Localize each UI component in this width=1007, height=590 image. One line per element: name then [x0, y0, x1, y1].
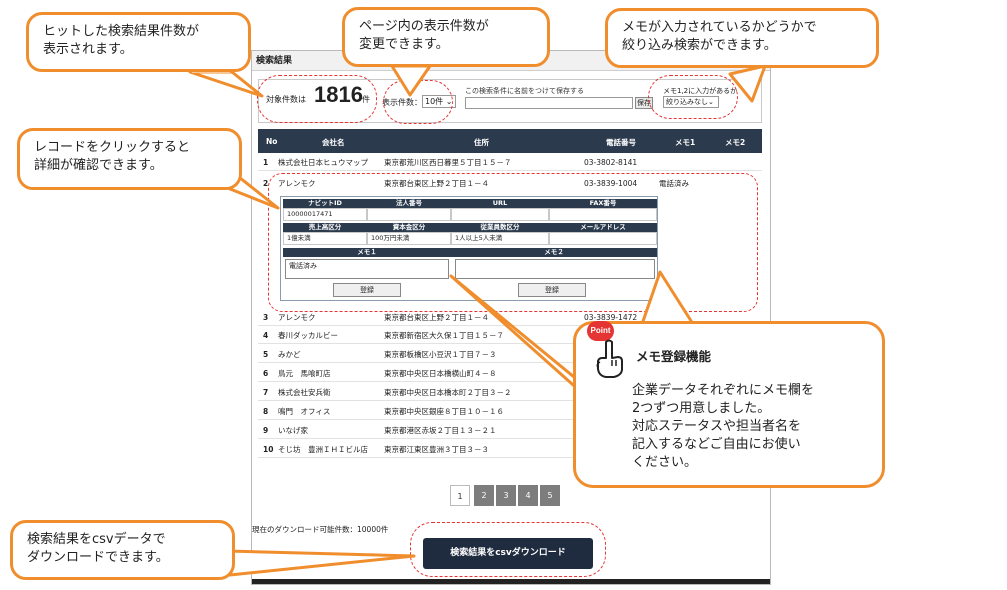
callout-csv-download: 検索結果をcsvデータで ダウンロードできます。: [10, 520, 235, 580]
memo1-register-button[interactable]: 登録: [333, 283, 401, 297]
detail-capital: 100万円未満: [367, 232, 451, 245]
count-unit: 件: [362, 95, 370, 104]
detail-sales: 1億未満: [283, 232, 367, 245]
row-address: 東京都中央区日本橋本町２丁目３－２: [384, 388, 512, 397]
detail-header-mail: メールアドレス: [549, 223, 657, 232]
table-row[interactable]: 1 株式会社日本ヒュウマップ 東京都荒川区西日暮里５丁目１５－７ 03-3802…: [258, 154, 762, 171]
callout-hit-count: ヒットした検索結果件数が 表示されます。: [26, 12, 251, 72]
detail-header-navit-id: ナビットID: [283, 199, 367, 208]
row-no: 3: [263, 313, 269, 322]
chevron-down-icon: ⌄: [445, 97, 453, 106]
row-no: 10: [263, 445, 274, 454]
table-row[interactable]: 2 アレンモク 東京都台東区上野２丁目１－４ 03-3839-1004 電話済み: [258, 175, 762, 192]
col-no: No: [266, 137, 278, 146]
page-link-5[interactable]: 5: [540, 485, 560, 506]
feature-title: メモ登録機能: [636, 349, 712, 364]
row-address: 東京都板橋区小豆沢１丁目７－３: [384, 350, 497, 359]
row-no: 7: [263, 388, 269, 397]
detail-url: [451, 208, 549, 221]
row-company: 株式会社安兵衛: [278, 388, 331, 397]
callout-memo-filter: メモが入力されているかどうかで 絞り込み検索ができます。: [605, 8, 879, 68]
detail-corp-no: [367, 208, 451, 221]
page-link-1[interactable]: 1: [450, 485, 470, 506]
detail-header-corp-no: 法人番号: [367, 199, 451, 208]
table-header: No 会社名 住所 電話番号 メモ1 メモ2: [258, 129, 762, 153]
row-no: 9: [263, 426, 269, 435]
row-company: 鳥元 馬喰町店: [278, 369, 331, 378]
memo-filter-value: 絞り込みなし: [666, 98, 708, 106]
row-company: アレンモク: [278, 179, 316, 188]
row-tel: 03-3839-1004: [584, 179, 638, 188]
callout-click-record: レコードをクリックすると 詳細が確認できます。: [17, 128, 242, 190]
search-results-window: 検索結果 対象件数は 1816 件 表示件数： 10件 ⌄ この検索条件に名前を…: [251, 50, 771, 585]
memo1-textarea[interactable]: 電話済み: [285, 259, 449, 279]
save-button[interactable]: 保存: [635, 97, 653, 109]
row-company: 春川ダッカルビー: [278, 331, 338, 340]
page-link-2[interactable]: 2: [474, 485, 494, 506]
row-company: 株式会社日本ヒュウマップ: [278, 158, 368, 167]
save-condition-input[interactable]: [465, 97, 633, 109]
col-tel: 電話番号: [606, 138, 636, 147]
per-page-select[interactable]: 10件 ⌄: [422, 95, 456, 108]
detail-mail: [549, 232, 657, 245]
csv-download-button[interactable]: 検索結果をcsvダウンロード: [423, 538, 593, 569]
row-no: 6: [263, 369, 269, 378]
detail-header-capital: 資本金区分: [367, 223, 451, 232]
row-company: そじ坊 豊洲ＩＨＩビル店: [278, 445, 368, 454]
record-detail-panel: ナビットID 法人番号 URL FAX番号 10000017471 売上高区分 …: [280, 196, 658, 301]
row-memo1: 電話済み: [659, 179, 689, 188]
row-address: 東京都台東区上野２丁目１－４: [384, 179, 489, 188]
page-link-3[interactable]: 3: [496, 485, 516, 506]
detail-navit-id: 10000017471: [283, 208, 367, 221]
row-company: 鳴門 オフィス: [278, 407, 331, 416]
callout-per-page: ページ内の表示件数が 変更できます。: [342, 7, 550, 67]
row-address: 東京都新宿区大久保１丁目１５－７: [384, 331, 504, 340]
row-no: 4: [263, 331, 269, 340]
row-no: 1: [263, 158, 269, 167]
chevron-down-icon: ⌄: [708, 98, 714, 106]
window-bottom-bar: [252, 579, 770, 584]
detail-header-url: URL: [451, 199, 549, 208]
row-address: 東京都荒川区西日暮里５丁目１５－７: [384, 158, 512, 167]
summary-bar: 対象件数は 1816 件 表示件数： 10件 ⌄ この検索条件に名前をつけて保存…: [258, 79, 762, 123]
detail-header-memo2: メモ２: [451, 248, 657, 257]
row-company: みかど: [278, 350, 301, 359]
col-name: 会社名: [322, 138, 345, 147]
row-no: 2: [263, 179, 269, 188]
row-company: アレンモク: [278, 313, 316, 322]
memo-filter-label: メモ1,2に入力があるか: [663, 87, 738, 95]
col-memo1: メモ1: [675, 138, 696, 147]
row-company: いなげ家: [278, 426, 308, 435]
detail-header-memo1: メモ１: [283, 248, 451, 257]
row-no: 8: [263, 407, 269, 416]
row-address: 東京都中央区日本橋横山町４－８: [384, 369, 497, 378]
memo2-textarea[interactable]: [455, 259, 655, 279]
detail-header-fax: FAX番号: [549, 199, 657, 208]
memo-filter-select[interactable]: 絞り込みなし⌄: [663, 96, 719, 108]
feature-body: 企業データそれぞれにメモ欄を 2つずつ用意しました。 対応ステータスや担当者名を…: [632, 383, 815, 470]
col-address: 住所: [474, 138, 489, 147]
col-memo2: メモ2: [725, 138, 746, 147]
row-address: 東京都江東区豊洲３丁目３－３: [384, 445, 489, 454]
row-address: 東京都港区赤坂２丁目１３－２１: [384, 426, 497, 435]
per-page-value: 10件: [425, 97, 444, 106]
memo2-register-button[interactable]: 登録: [518, 283, 586, 297]
row-tel: 03-3802-8141: [584, 158, 638, 167]
download-count-text: 現在のダウンロード可能件数：10000件: [252, 525, 389, 534]
save-condition-label: この検索条件に名前をつけて保存する: [465, 87, 584, 95]
detail-fax: [549, 208, 657, 221]
row-address: 東京都中央区銀座８丁目１０－１６: [384, 407, 504, 416]
row-no: 5: [263, 350, 269, 359]
detail-header-staff: 従業員数区分: [451, 223, 549, 232]
detail-staff: 1人以上5人未満: [451, 232, 549, 245]
pointing-hand-icon: [596, 339, 623, 378]
per-page-label: 表示件数：: [382, 98, 422, 107]
hit-count: 1816: [314, 82, 363, 107]
page-link-4[interactable]: 4: [518, 485, 538, 506]
detail-header-sales: 売上高区分: [283, 223, 367, 232]
count-label: 対象件数は: [266, 95, 306, 104]
row-address: 東京都台東区上野２丁目１－４: [384, 313, 489, 322]
